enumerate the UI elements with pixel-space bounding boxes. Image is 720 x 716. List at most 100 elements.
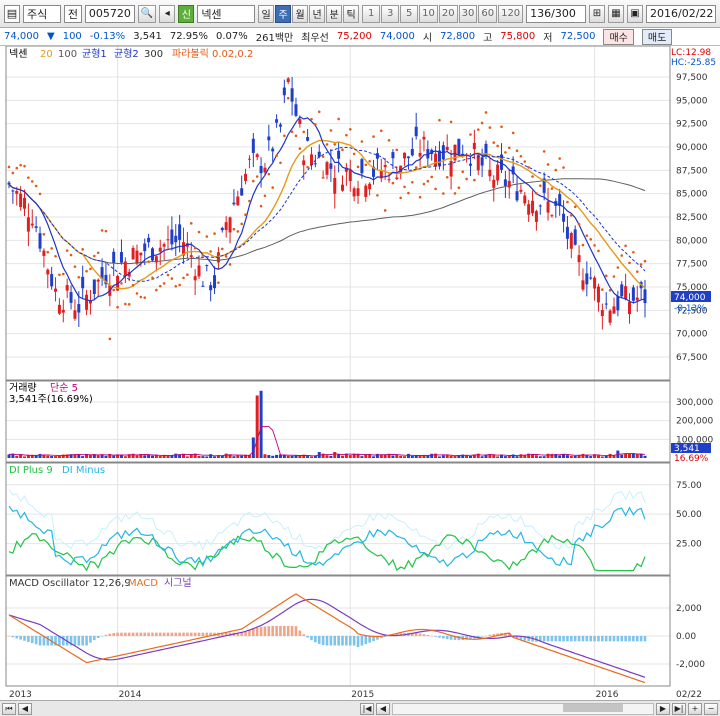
period-tab-2[interactable]: 월 bbox=[292, 4, 309, 23]
volume-bar bbox=[542, 456, 546, 458]
candle-body bbox=[271, 148, 275, 152]
prefix-select[interactable]: 전 bbox=[63, 4, 82, 23]
low-price: 72,500 bbox=[560, 31, 596, 42]
buy-button[interactable]: 매수 bbox=[603, 28, 634, 45]
count-field[interactable]: 136/300 bbox=[526, 4, 586, 23]
scroll-left-icon[interactable]: ◀ bbox=[18, 702, 32, 715]
volume-bar bbox=[329, 455, 333, 458]
interval-tab-20[interactable]: 20 bbox=[438, 4, 458, 23]
sar-dot bbox=[65, 249, 69, 252]
chart-area[interactable]: 넥센 20 100 균형1 균형2 300 파라볼릭 0.02,0.2 LC:1… bbox=[0, 46, 720, 700]
volume-bar bbox=[123, 456, 127, 458]
sar-dot bbox=[519, 154, 523, 158]
macd-osc-bar bbox=[298, 630, 302, 636]
volume-bar bbox=[88, 454, 92, 458]
sar-dot bbox=[426, 179, 430, 183]
period-tab-5[interactable]: 틱 bbox=[343, 4, 360, 23]
candle-body bbox=[166, 239, 170, 241]
volume-bar bbox=[154, 455, 158, 458]
interval-tab-60[interactable]: 60 bbox=[478, 4, 498, 23]
chart-scrollbar[interactable]: ⏮ ◀ |◀ ◀ ▶ ▶| + − bbox=[0, 700, 720, 716]
volume-ma-legend: 단순 5 bbox=[50, 382, 78, 394]
scroll-thumb[interactable] bbox=[563, 703, 623, 712]
dmi-tick: 25.00 bbox=[676, 540, 702, 550]
grid-icon[interactable]: ▦ bbox=[608, 4, 624, 23]
candle-body bbox=[352, 188, 356, 197]
candle-body bbox=[635, 297, 639, 301]
scroll-start-icon[interactable]: |◀ bbox=[360, 702, 374, 715]
interval-tab-10[interactable]: 10 bbox=[419, 4, 438, 23]
period-tab-4[interactable]: 분 bbox=[326, 4, 343, 23]
scroll-fwd-icon[interactable]: ▶ bbox=[656, 702, 670, 715]
period-tab-3[interactable]: 년 bbox=[309, 4, 326, 23]
period-tab-1[interactable]: 주 bbox=[275, 4, 292, 23]
dmi-tick: 75.00 bbox=[676, 481, 702, 491]
candle-body bbox=[189, 255, 193, 257]
macd-osc-bar bbox=[193, 632, 197, 636]
interval-tab-120[interactable]: 120 bbox=[498, 4, 524, 23]
search-icon[interactable]: 🔍 bbox=[137, 4, 157, 23]
candle-body bbox=[627, 301, 631, 315]
candle-body bbox=[298, 119, 302, 125]
scroll-end-icon[interactable]: ▶| bbox=[672, 702, 686, 715]
sar-dot bbox=[236, 230, 240, 233]
macd-osc-bar bbox=[23, 636, 26, 641]
price-tick: 77,500 bbox=[676, 260, 708, 270]
market-select[interactable]: 주식 bbox=[23, 4, 61, 23]
interval-tab-30[interactable]: 30 bbox=[458, 4, 478, 23]
candle-body bbox=[321, 177, 325, 179]
sell-button[interactable]: 매도 bbox=[641, 28, 673, 45]
sar-dot bbox=[364, 163, 368, 167]
candle-body bbox=[569, 233, 573, 249]
sar-dot bbox=[135, 292, 139, 295]
candle-body bbox=[585, 273, 589, 285]
macd-osc-bar bbox=[30, 636, 34, 644]
volume-bar bbox=[143, 455, 147, 458]
date-field[interactable]: 2016/02/22 bbox=[646, 4, 716, 23]
speaker-icon[interactable]: ◂ bbox=[159, 4, 176, 23]
zoom-out-icon[interactable]: − bbox=[704, 702, 718, 715]
sar-dot bbox=[492, 141, 496, 144]
candle-body bbox=[178, 224, 182, 240]
volume-bar bbox=[205, 456, 209, 458]
window-icon[interactable]: ▣ bbox=[627, 4, 643, 23]
candle-body bbox=[391, 152, 395, 159]
scroll-first-icon[interactable]: ⏮ bbox=[2, 702, 16, 715]
sar-dot bbox=[418, 195, 422, 199]
macd-osc-bar bbox=[81, 636, 84, 646]
sar-dot bbox=[445, 175, 449, 179]
interval-tab-5[interactable]: 5 bbox=[400, 4, 419, 23]
volume-bar bbox=[174, 453, 178, 458]
volume-tick: 200,000 bbox=[676, 417, 713, 427]
sar-dot bbox=[178, 283, 181, 287]
candle-body bbox=[251, 138, 255, 153]
volume-bar bbox=[46, 455, 50, 458]
code-input[interactable]: 005720 bbox=[84, 4, 135, 23]
sar-dot bbox=[314, 123, 317, 126]
volume-bar bbox=[620, 454, 624, 458]
candle-body bbox=[368, 183, 372, 190]
menu-icon[interactable]: ▤ bbox=[4, 4, 20, 23]
period-tab-0[interactable]: 일 bbox=[258, 4, 275, 23]
macd-osc-bar bbox=[131, 632, 135, 636]
interval-tab-1[interactable]: 1 bbox=[362, 4, 381, 23]
sar-dot bbox=[507, 146, 511, 150]
high-label: 고 bbox=[483, 33, 493, 44]
candle-body bbox=[472, 142, 476, 150]
macd-osc-bar bbox=[577, 636, 581, 642]
scroll-back-icon[interactable]: ◀ bbox=[376, 702, 390, 715]
chart-settings-icon[interactable]: ⊞ bbox=[589, 4, 605, 23]
zoom-in-icon[interactable]: + bbox=[688, 702, 702, 715]
interval-tab-3[interactable]: 3 bbox=[381, 4, 400, 23]
sar-dot bbox=[19, 163, 22, 167]
volume-bar bbox=[437, 456, 441, 458]
macd-osc-bar bbox=[11, 636, 15, 638]
sar-dot bbox=[500, 125, 503, 129]
macd-osc-bar bbox=[488, 634, 492, 636]
sar-dot bbox=[632, 250, 635, 254]
volume-bar bbox=[309, 456, 313, 458]
macd-panel bbox=[5, 575, 671, 687]
candle-body bbox=[341, 184, 345, 191]
scroll-track[interactable] bbox=[392, 702, 654, 715]
macd-osc-bar bbox=[345, 636, 348, 646]
